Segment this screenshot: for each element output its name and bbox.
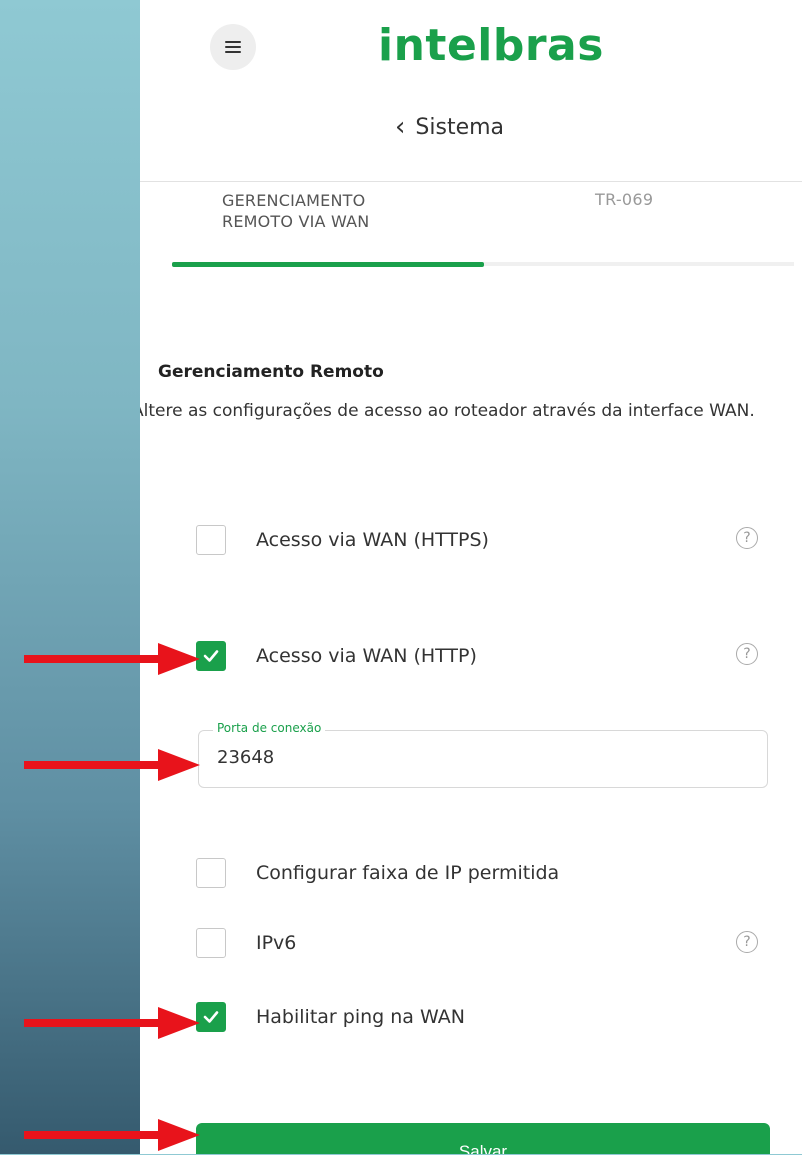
tab-label-line1: GERENCIAMENTO [222, 191, 366, 210]
annotation-arrow-icon [24, 749, 200, 781]
help-icon[interactable]: ? [736, 643, 758, 665]
option-label: Acesso via WAN (HTTP) [256, 645, 477, 667]
annotation-arrow-icon [24, 1007, 200, 1039]
tab-remote-management[interactable]: GERENCIAMENTO REMOTO VIA WAN [222, 190, 442, 232]
checkbox-ipv6[interactable] [196, 928, 226, 958]
connection-port-input[interactable]: 23648 [217, 747, 274, 768]
option-wan-https[interactable]: Acesso via WAN (HTTPS) [196, 525, 489, 555]
option-label: IPv6 [256, 932, 297, 954]
option-ipv6[interactable]: IPv6 [196, 928, 296, 958]
option-wan-ping[interactable]: Habilitar ping na WAN [196, 1002, 465, 1032]
help-icon[interactable]: ? [736, 527, 758, 549]
option-ip-range[interactable]: Configurar faixa de IP permitida [196, 858, 559, 888]
option-wan-http[interactable]: Acesso via WAN (HTTP) [196, 641, 477, 671]
back-to-system[interactable]: ‹ Sistema [395, 114, 504, 140]
option-label: Configurar faixa de IP permitida [256, 862, 560, 884]
checkmark-icon [203, 1011, 219, 1023]
save-button[interactable]: Salvar [196, 1123, 770, 1154]
checkbox-wan-http[interactable] [196, 641, 226, 671]
option-label: Acesso via WAN (HTTPS) [256, 529, 489, 551]
chevron-left-icon: ‹ [395, 112, 406, 142]
hamburger-icon [225, 41, 241, 53]
annotation-arrow-icon [24, 643, 200, 675]
annotation-arrow-icon [24, 1119, 200, 1151]
connection-port-field[interactable]: Porta de conexão 23648 [198, 721, 768, 788]
router-settings-panel: intelbras ‹ Sistema GERENCIAMENTO REMOTO… [140, 0, 802, 1154]
back-label: Sistema [415, 114, 505, 140]
section-description: Altere as configurações de acesso ao rot… [140, 401, 755, 421]
menu-button[interactable] [210, 24, 256, 70]
tab-tr069[interactable]: TR-069 [595, 190, 653, 209]
help-icon[interactable]: ? [736, 931, 758, 953]
tab-label-line2: REMOTO VIA WAN [222, 212, 370, 231]
checkbox-wan-ping[interactable] [196, 1002, 226, 1032]
tab-active-indicator [172, 262, 484, 267]
field-label: Porta de conexão [213, 721, 326, 735]
intelbras-logo: intelbras [378, 20, 604, 71]
section-title: Gerenciamento Remoto [158, 362, 384, 382]
header-divider [140, 181, 802, 182]
checkbox-ip-range[interactable] [196, 858, 226, 888]
checkmark-icon [203, 650, 219, 662]
checkbox-wan-https[interactable] [196, 525, 226, 555]
option-label: Habilitar ping na WAN [256, 1006, 465, 1028]
